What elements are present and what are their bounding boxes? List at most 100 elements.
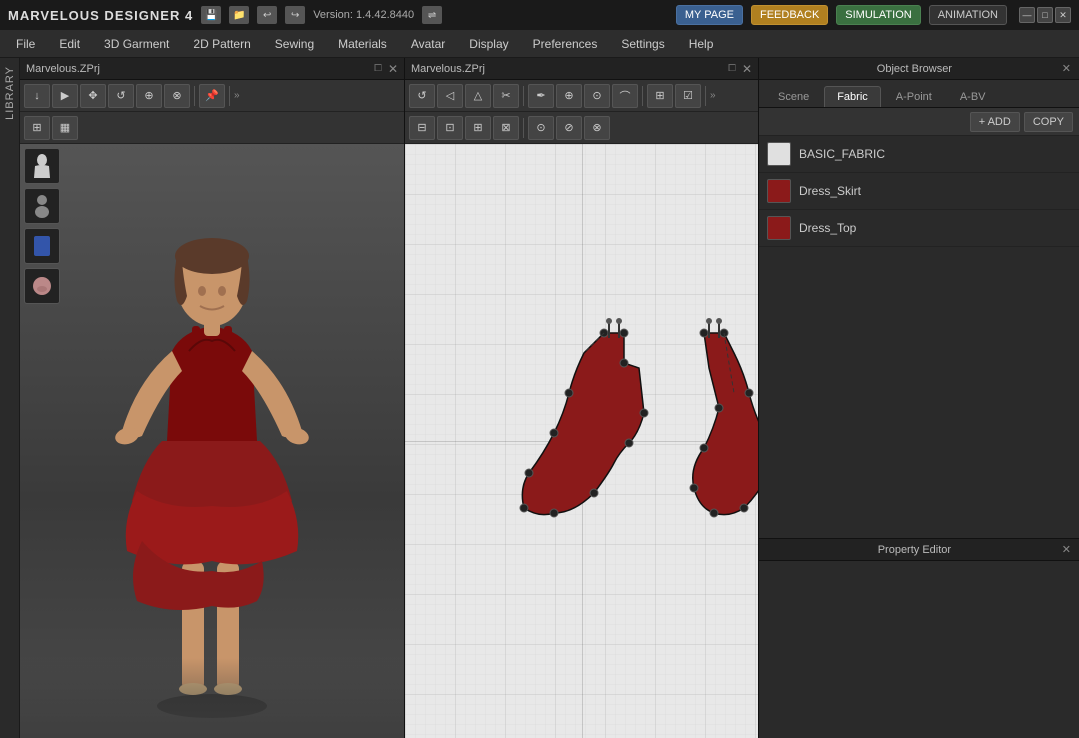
3d-tool-play[interactable]: ▶ <box>52 84 78 108</box>
2d-tool-curve[interactable]: ⌒ <box>612 84 638 108</box>
2d-tool-rect[interactable]: ⊕ <box>556 84 582 108</box>
obj-tab-scene[interactable]: Scene <box>765 86 822 107</box>
menu-item-preferences[interactable]: Preferences <box>521 33 610 55</box>
panel-2d: Marvelous.ZPrj ⧠ ✕ ↺ ◁ △ ✂ ✒ ⊕ ⊙ ⌒ ⊞ ☑ »… <box>405 58 759 738</box>
2d-tool-select[interactable]: △ <box>465 84 491 108</box>
sync-icon[interactable]: ⇌ <box>422 6 442 24</box>
3d-toolbar-more[interactable]: » <box>234 90 240 101</box>
thumb-head[interactable] <box>24 268 60 304</box>
2d-toolbar-sep2 <box>642 86 643 106</box>
add-fabric-button[interactable]: + ADD <box>970 112 1020 132</box>
thumb-avatar[interactable] <box>24 188 60 224</box>
menu-item-edit[interactable]: Edit <box>47 33 92 55</box>
menu-item-sewing[interactable]: Sewing <box>263 33 326 55</box>
property-editor-close[interactable]: ✕ <box>1062 543 1071 556</box>
3d-tool-rotate[interactable]: ↺ <box>108 84 134 108</box>
property-editor-header: Property Editor ✕ <box>759 539 1079 561</box>
panel-3d-close[interactable]: ✕ <box>388 62 398 76</box>
3d-tool-select[interactable]: ↓ <box>24 84 50 108</box>
copy-fabric-button[interactable]: COPY <box>1024 112 1073 132</box>
2d-tool-cut[interactable]: ✂ <box>493 84 519 108</box>
2d-snap-2[interactable]: ⊘ <box>556 116 582 140</box>
menu-item-settings[interactable]: Settings <box>609 33 676 55</box>
2d-sew-1[interactable]: ⊟ <box>409 116 435 140</box>
3d-tool-move[interactable]: ✥ <box>80 84 106 108</box>
undo-icon[interactable]: ↩ <box>257 6 277 24</box>
fabric-item-dress_top[interactable]: Dress_Top <box>759 210 1079 247</box>
panel-3d: Marvelous.ZPrj ⧠ ✕ ↓ ▶ ✥ ↺ ⊕ ⊗ 📌 » ⊞ ▦ <box>20 58 405 738</box>
2d-tool-grid[interactable]: ⊞ <box>647 84 673 108</box>
2d-tool-check[interactable]: ☑ <box>675 84 701 108</box>
restore-button[interactable]: □ <box>1037 7 1053 23</box>
thumb-garment[interactable] <box>24 228 60 264</box>
menu-item-2d-pattern[interactable]: 2D Pattern <box>181 33 262 55</box>
2d-tool-refresh[interactable]: ↺ <box>409 84 435 108</box>
panel-2d-expand[interactable]: ⧠ <box>728 63 736 74</box>
close-button[interactable]: ✕ <box>1055 7 1071 23</box>
animation-button[interactable]: ANIMATION <box>929 5 1007 25</box>
2d-toolbar-sep3 <box>705 86 706 106</box>
obj-tab-fabric[interactable]: Fabric <box>824 86 881 107</box>
object-browser-close[interactable]: ✕ <box>1062 62 1071 75</box>
fabric-item-dress_skirt[interactable]: Dress_Skirt <box>759 173 1079 210</box>
panel-2d-title: Marvelous.ZPrj <box>411 63 722 75</box>
menu-item-help[interactable]: Help <box>677 33 726 55</box>
3d-tool-pin[interactable]: 📌 <box>199 84 225 108</box>
2d-snap-1[interactable]: ⊙ <box>528 116 554 140</box>
viewport-2d[interactable] <box>405 144 758 738</box>
panel-2d-toolbar2: ⊟ ⊡ ⊞ ⊠ ⊙ ⊘ ⊗ <box>405 112 758 144</box>
2d-sew-2[interactable]: ⊡ <box>437 116 463 140</box>
app-title: MARVELOUS DESIGNER 4 <box>8 8 193 23</box>
fabric-name: BASIC_FABRIC <box>799 147 885 161</box>
main-content: LIBRARY Marvelous.ZPrj ⧠ ✕ ↓ ▶ ✥ ↺ ⊕ ⊗ 📌… <box>0 58 1079 738</box>
floor-grid <box>20 658 404 738</box>
object-browser-toolbar: + ADD COPY <box>759 108 1079 136</box>
fabric-name: Dress_Skirt <box>799 184 861 198</box>
panel-3d-header: Marvelous.ZPrj ⧠ ✕ <box>20 58 404 80</box>
menu-item-materials[interactable]: Materials <box>326 33 399 55</box>
my-page-button[interactable]: MY PAGE <box>676 5 743 25</box>
2d-toolbar2-sep1 <box>523 118 524 138</box>
menu-item-avatar[interactable]: Avatar <box>399 33 457 55</box>
object-browser-header: Object Browser ✕ <box>759 58 1079 80</box>
menu-item-display[interactable]: Display <box>457 33 520 55</box>
panel-2d-header: Marvelous.ZPrj ⧠ ✕ <box>405 58 758 80</box>
simulation-button[interactable]: SIMULATION <box>836 5 920 25</box>
object-browser-title: Object Browser <box>767 63 1062 75</box>
3d-view-wire[interactable]: ⊞ <box>24 116 50 140</box>
save-icon[interactable]: 💾 <box>201 6 221 24</box>
menu-item-file[interactable]: File <box>4 33 47 55</box>
3d-toolbar-sep1 <box>194 86 195 106</box>
avatar-3d <box>82 151 342 731</box>
object-browser-tabs: SceneFabricA-PointA-BV <box>759 80 1079 108</box>
version-text: Version: 1.4.42.8440 <box>313 9 414 21</box>
minimize-button[interactable]: — <box>1019 7 1035 23</box>
2d-tool-back[interactable]: ◁ <box>437 84 463 108</box>
panel-3d-expand[interactable]: ⧠ <box>374 63 382 74</box>
library-sidebar: LIBRARY <box>0 58 20 738</box>
redo-icon[interactable]: ↪ <box>285 6 305 24</box>
obj-tab-a-point[interactable]: A-Point <box>883 86 945 107</box>
2d-tool-circle[interactable]: ⊙ <box>584 84 610 108</box>
2d-tool-pen[interactable]: ✒ <box>528 84 554 108</box>
fabric-swatch <box>767 179 791 203</box>
menu-item-3d-garment[interactable]: 3D Garment <box>92 33 181 55</box>
2d-sew-4[interactable]: ⊠ <box>493 116 519 140</box>
avatar-thumbnails <box>24 148 60 304</box>
3d-tool-transform[interactable]: ⊗ <box>164 84 190 108</box>
fabric-swatch <box>767 142 791 166</box>
3d-tool-scale[interactable]: ⊕ <box>136 84 162 108</box>
fabric-item-basic_fabric[interactable]: BASIC_FABRIC <box>759 136 1079 173</box>
right-sidebar: Object Browser ✕ SceneFabricA-PointA-BV … <box>759 58 1079 738</box>
obj-tab-a-bv[interactable]: A-BV <box>947 86 999 107</box>
panel-2d-close[interactable]: ✕ <box>742 62 752 76</box>
2d-toolbar-more[interactable]: » <box>710 90 716 101</box>
2d-sew-3[interactable]: ⊞ <box>465 116 491 140</box>
2d-snap-3[interactable]: ⊗ <box>584 116 610 140</box>
3d-view-solid[interactable]: ▦ <box>52 116 78 140</box>
panel-3d-title: Marvelous.ZPrj <box>26 63 368 75</box>
viewport-3d[interactable] <box>20 144 404 738</box>
open-icon[interactable]: 📁 <box>229 6 249 24</box>
thumb-dress[interactable] <box>24 148 60 184</box>
feedback-button[interactable]: FEEDBACK <box>751 5 828 25</box>
